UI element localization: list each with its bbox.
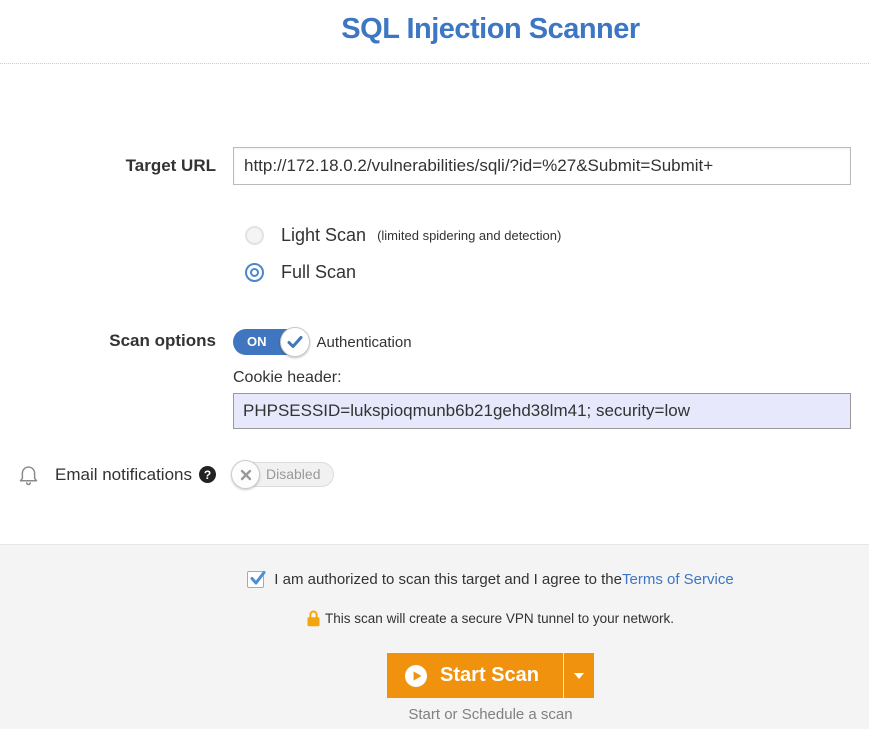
start-scan-button-group: Start Scan [387, 653, 594, 698]
play-icon [405, 665, 427, 687]
email-notifications-labelgroup: Email notifications ? [0, 463, 216, 486]
scan-type-options: Light Scan (limited spidering and detect… [245, 225, 851, 299]
authentication-toggle-state: ON [247, 334, 267, 349]
authorization-text: I am authorized to scan this target and … [274, 571, 622, 588]
scan-type-row: Light Scan (limited spidering and detect… [0, 225, 851, 299]
vpn-notice-text: This scan will create a secure VPN tunne… [325, 611, 674, 626]
start-scan-dropdown-button[interactable] [563, 653, 594, 698]
authorization-checkbox[interactable] [247, 571, 264, 588]
scan-options-row: Scan options ON Authentication Cookie he… [0, 327, 851, 429]
chevron-down-icon [574, 673, 584, 679]
target-url-input[interactable] [233, 147, 851, 185]
start-hint-text: Start or Schedule a scan [408, 706, 572, 723]
full-scan-label: Full Scan [281, 262, 356, 283]
email-toggle-wrap: Disabled [233, 462, 851, 487]
page-header: SQL Injection Scanner [0, 0, 869, 64]
cookie-header-input[interactable] [233, 393, 851, 429]
light-scan-hint: (limited spidering and detection) [377, 228, 561, 243]
check-icon [287, 336, 303, 349]
email-notifications-row: Email notifications ? Disabled [0, 462, 851, 487]
target-url-field-wrap [233, 147, 851, 185]
light-scan-option[interactable]: Light Scan (limited spidering and detect… [245, 225, 851, 246]
scan-type-spacer [0, 225, 216, 299]
target-url-row: Target URL [0, 147, 851, 185]
toggle-off-knob [231, 460, 260, 489]
page-title: SQL Injection Scanner [112, 13, 869, 46]
authorization-row: I am authorized to scan this target and … [247, 571, 733, 588]
authentication-toggle[interactable]: ON [233, 329, 307, 355]
full-scan-option[interactable]: Full Scan [245, 262, 851, 283]
scan-footer: I am authorized to scan this target and … [0, 544, 869, 729]
sql-injection-scanner-page: SQL Injection Scanner Target URL Light S… [0, 0, 869, 729]
authentication-label: Authentication [317, 334, 412, 351]
scan-options-content: ON Authentication Cookie header: [233, 327, 851, 429]
lock-icon [307, 610, 320, 627]
vpn-notice-row: This scan will create a secure VPN tunne… [307, 610, 674, 627]
scan-options-label: Scan options [0, 327, 216, 429]
start-scan-label: Start Scan [440, 664, 539, 687]
email-notifications-toggle[interactable]: Disabled [233, 462, 334, 487]
light-scan-label: Light Scan [281, 225, 366, 246]
start-scan-button[interactable]: Start Scan [387, 653, 563, 698]
light-scan-radio[interactable] [245, 226, 264, 245]
authentication-toggle-line: ON Authentication [233, 327, 851, 357]
cookie-header-label: Cookie header: [233, 369, 851, 387]
terms-of-service-link[interactable]: Terms of Service [622, 571, 734, 588]
full-scan-radio[interactable] [245, 263, 264, 282]
checkbox-check-icon [249, 570, 266, 587]
bell-icon [18, 463, 39, 486]
email-notifications-label: Email notifications [55, 465, 192, 485]
help-icon[interactable]: ? [199, 466, 216, 483]
email-toggle-state: Disabled [266, 466, 320, 482]
target-url-label: Target URL [0, 156, 216, 176]
x-icon [240, 469, 252, 481]
toggle-knob [280, 327, 310, 357]
scan-form: Target URL Light Scan (limited spidering… [0, 147, 869, 487]
